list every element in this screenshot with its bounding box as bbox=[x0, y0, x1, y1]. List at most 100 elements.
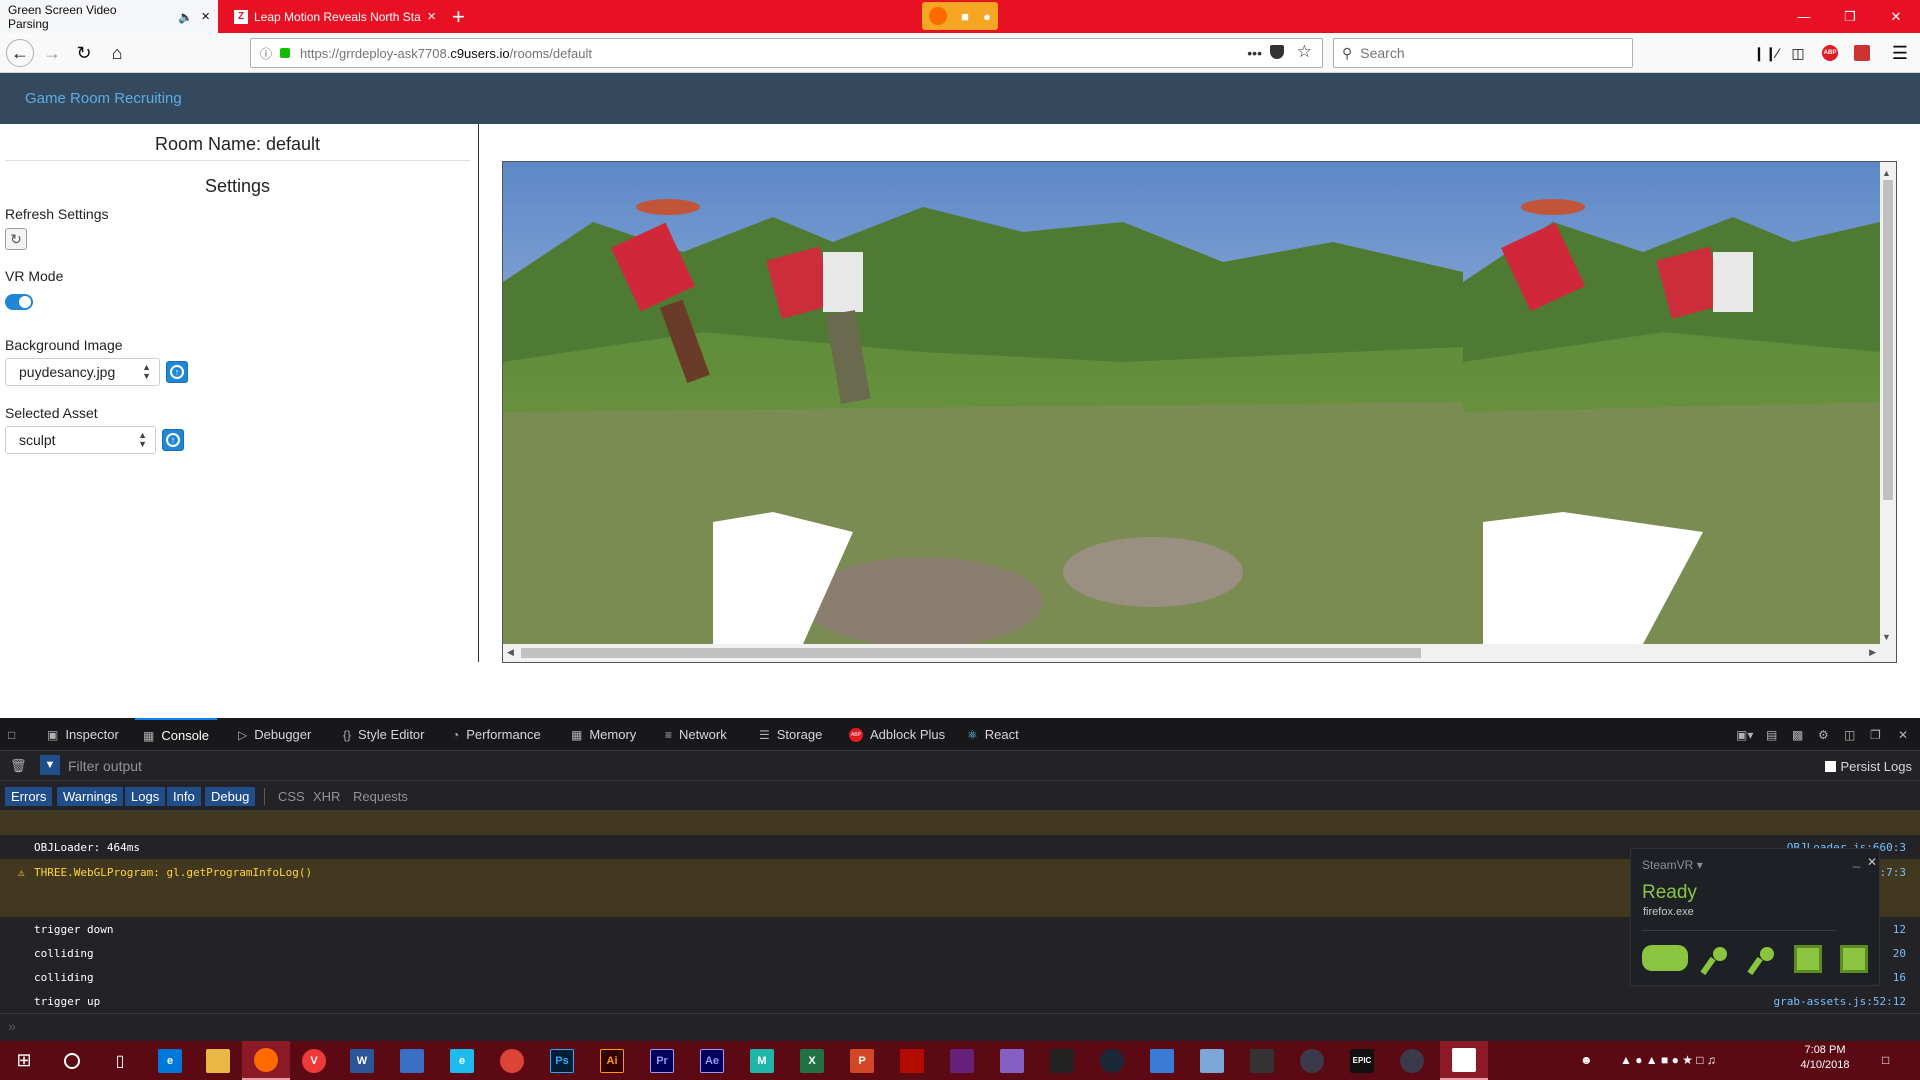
brand-link[interactable]: Game Room Recruiting bbox=[25, 90, 182, 107]
people-icon[interactable]: ☻ bbox=[1580, 1053, 1593, 1067]
responsive-mode-icon[interactable]: ▣▾ bbox=[1736, 718, 1760, 751]
search-bar[interactable]: ⚲ Search bbox=[1333, 38, 1633, 68]
restore-icon[interactable]: ❐ bbox=[1827, 0, 1873, 33]
vivaldi-icon[interactable]: V bbox=[290, 1041, 338, 1080]
vr-app-icon[interactable] bbox=[1388, 1041, 1436, 1080]
acrobat-icon[interactable] bbox=[888, 1041, 936, 1080]
refresh-settings-button[interactable]: ↻ bbox=[5, 228, 27, 250]
filter-xhr-button[interactable]: XHR bbox=[307, 787, 346, 806]
filter-logs-button[interactable]: Logs bbox=[125, 787, 166, 806]
message-location-link[interactable]: :7:3 bbox=[1880, 866, 1907, 879]
close-devtools-icon[interactable]: ✕ bbox=[1898, 718, 1915, 751]
tab-console[interactable]: ▦ Console bbox=[135, 718, 218, 751]
persist-logs-checkbox[interactable]: Persist Logs bbox=[1825, 759, 1912, 774]
trash-icon[interactable]: 🗑 bbox=[10, 758, 27, 774]
sidebar-icon[interactable]: ◫ bbox=[1784, 39, 1812, 67]
message-location-link[interactable]: 12 bbox=[1893, 923, 1906, 936]
hamburger-menu-icon[interactable]: ☰ bbox=[1886, 39, 1914, 67]
message-location-link[interactable]: grab-assets.js:52:12 bbox=[1774, 995, 1906, 1008]
filter-css-button[interactable]: CSS bbox=[272, 787, 311, 806]
settings-gear-icon[interactable]: ⚙ bbox=[1818, 718, 1836, 751]
steam-icon[interactable] bbox=[1088, 1041, 1136, 1080]
firefox-taskbar-icon[interactable] bbox=[242, 1041, 290, 1080]
mixamo-icon[interactable]: M bbox=[738, 1041, 786, 1080]
filter-requests-button[interactable]: Requests bbox=[347, 787, 414, 806]
scroll-left-icon[interactable]: ◀ bbox=[507, 647, 514, 658]
asset-upload-button[interactable]: ↑ bbox=[162, 429, 184, 451]
word-icon[interactable]: W bbox=[338, 1041, 386, 1080]
scroll-up-icon[interactable]: ▲ bbox=[1882, 168, 1891, 178]
visual-studio-code-icon[interactable] bbox=[938, 1041, 986, 1080]
home-button[interactable]: ⌂ bbox=[103, 39, 131, 67]
after-effects-icon[interactable]: Ae bbox=[688, 1041, 736, 1080]
filter-output-input[interactable]: Filter output bbox=[68, 758, 142, 774]
info-icon[interactable]: ⓘ bbox=[260, 45, 272, 62]
horizontal-scrollbar[interactable]: ◀ ▶ bbox=[503, 644, 1896, 662]
page-actions-icon[interactable]: ••• bbox=[1247, 45, 1262, 61]
photoshop-icon[interactable]: Ps bbox=[538, 1041, 586, 1080]
filter-info-button[interactable]: Info bbox=[167, 787, 201, 806]
tab-leap-motion[interactable]: Z Leap Motion Reveals North Sta × bbox=[226, 0, 444, 33]
forward-button[interactable]: → bbox=[38, 39, 66, 67]
scroll-right-icon[interactable]: ▶ bbox=[1869, 647, 1876, 658]
scroll-thumb[interactable] bbox=[521, 648, 1421, 658]
background-upload-button[interactable]: ↑ bbox=[166, 361, 188, 383]
background-image-select[interactable]: puydesancy.jpg ▲ ▼ bbox=[5, 358, 160, 386]
network-app-icon[interactable] bbox=[388, 1041, 436, 1080]
tab-storage[interactable]: ☰ Storage bbox=[759, 718, 822, 751]
scroll-thumb[interactable] bbox=[1883, 180, 1893, 500]
illustrator-icon[interactable]: Ai bbox=[588, 1041, 636, 1080]
vertical-scrollbar[interactable]: ▲ ▼ bbox=[1880, 162, 1896, 644]
close-tab-icon[interactable]: × bbox=[201, 8, 210, 25]
pocket-icon[interactable] bbox=[1270, 45, 1284, 59]
tab-inspector[interactable]: ▣ Inspector bbox=[47, 718, 119, 751]
remote-desktop-icon[interactable] bbox=[1188, 1041, 1236, 1080]
close-tab-icon[interactable]: × bbox=[427, 8, 436, 25]
scroll-down-icon[interactable]: ▼ bbox=[1882, 632, 1891, 642]
cortana-icon[interactable] bbox=[48, 1041, 96, 1080]
console-input[interactable]: » bbox=[8, 1018, 16, 1034]
bookmark-star-icon[interactable]: ☆ bbox=[1297, 42, 1312, 62]
selected-asset-select[interactable]: sculpt ▲ ▼ bbox=[5, 426, 156, 454]
tab-network[interactable]: ≡ Network bbox=[665, 718, 727, 751]
tray-icons[interactable]: ▲ ● ▲ ■ ● ★ □ ♫ bbox=[1620, 1053, 1716, 1067]
minimize-icon[interactable]: — bbox=[1781, 0, 1827, 33]
close-icon[interactable]: ✕ bbox=[1867, 855, 1877, 869]
screenshot-icon[interactable]: ▩ bbox=[1792, 718, 1810, 751]
close-icon[interactable]: ✕ bbox=[1873, 0, 1919, 33]
action-center-icon[interactable]: □ bbox=[1882, 1053, 1889, 1067]
excel-icon[interactable]: X bbox=[788, 1041, 836, 1080]
new-tab-button[interactable]: + bbox=[452, 4, 465, 30]
security-icon[interactable] bbox=[1238, 1041, 1286, 1080]
tab-memory[interactable]: ▦ Memory bbox=[571, 718, 636, 751]
file-explorer-icon[interactable] bbox=[194, 1041, 242, 1080]
steamvr-taskbar-icon[interactable] bbox=[1440, 1041, 1488, 1080]
adblock-plus-icon[interactable]: ABP bbox=[1816, 39, 1844, 67]
epic-games-icon[interactable]: EPIC bbox=[1338, 1041, 1386, 1080]
vr-app-icon[interactable] bbox=[1288, 1041, 1336, 1080]
premiere-icon[interactable]: Pr bbox=[638, 1041, 686, 1080]
tab-style-editor[interactable]: {} Style Editor bbox=[343, 718, 425, 751]
url-bar[interactable]: ⓘ https://grrdeploy-ask7708.c9users.io/r… bbox=[250, 38, 1323, 68]
tab-react[interactable]: ⚛ React bbox=[967, 718, 1019, 751]
vr-scene-viewer[interactable]: ▲ ▼ ◀ ▶ bbox=[502, 161, 1897, 663]
extension-icon[interactable] bbox=[1848, 39, 1876, 67]
sharing-indicator[interactable]: ■ ● bbox=[922, 2, 998, 30]
message-location-link[interactable]: 20 bbox=[1893, 947, 1906, 960]
scratchpad-icon[interactable]: ▤ bbox=[1766, 718, 1784, 751]
unity-icon[interactable] bbox=[1038, 1041, 1086, 1080]
filter-errors-button[interactable]: Errors bbox=[5, 787, 53, 806]
start-button[interactable]: ⊞ bbox=[0, 1041, 48, 1080]
library-icon[interactable]: ❙❙∕ bbox=[1752, 39, 1780, 67]
minimize-icon[interactable]: _ bbox=[1853, 853, 1860, 868]
edge-icon[interactable]: e bbox=[146, 1041, 194, 1080]
chrome-icon[interactable] bbox=[488, 1041, 536, 1080]
tab-performance[interactable]: ◔ Performance bbox=[452, 718, 541, 751]
filter-icon[interactable]: ▼ bbox=[40, 755, 60, 775]
powerpoint-icon[interactable]: P bbox=[838, 1041, 886, 1080]
separate-window-icon[interactable]: ❐ bbox=[1870, 718, 1888, 751]
vr-mode-toggle[interactable] bbox=[5, 294, 33, 310]
dock-side-icon[interactable]: ◫ bbox=[1844, 718, 1862, 751]
filter-warnings-button[interactable]: Warnings bbox=[57, 787, 124, 806]
tab-green-screen[interactable]: Green Screen Video Parsing 🔈 × bbox=[0, 0, 218, 33]
